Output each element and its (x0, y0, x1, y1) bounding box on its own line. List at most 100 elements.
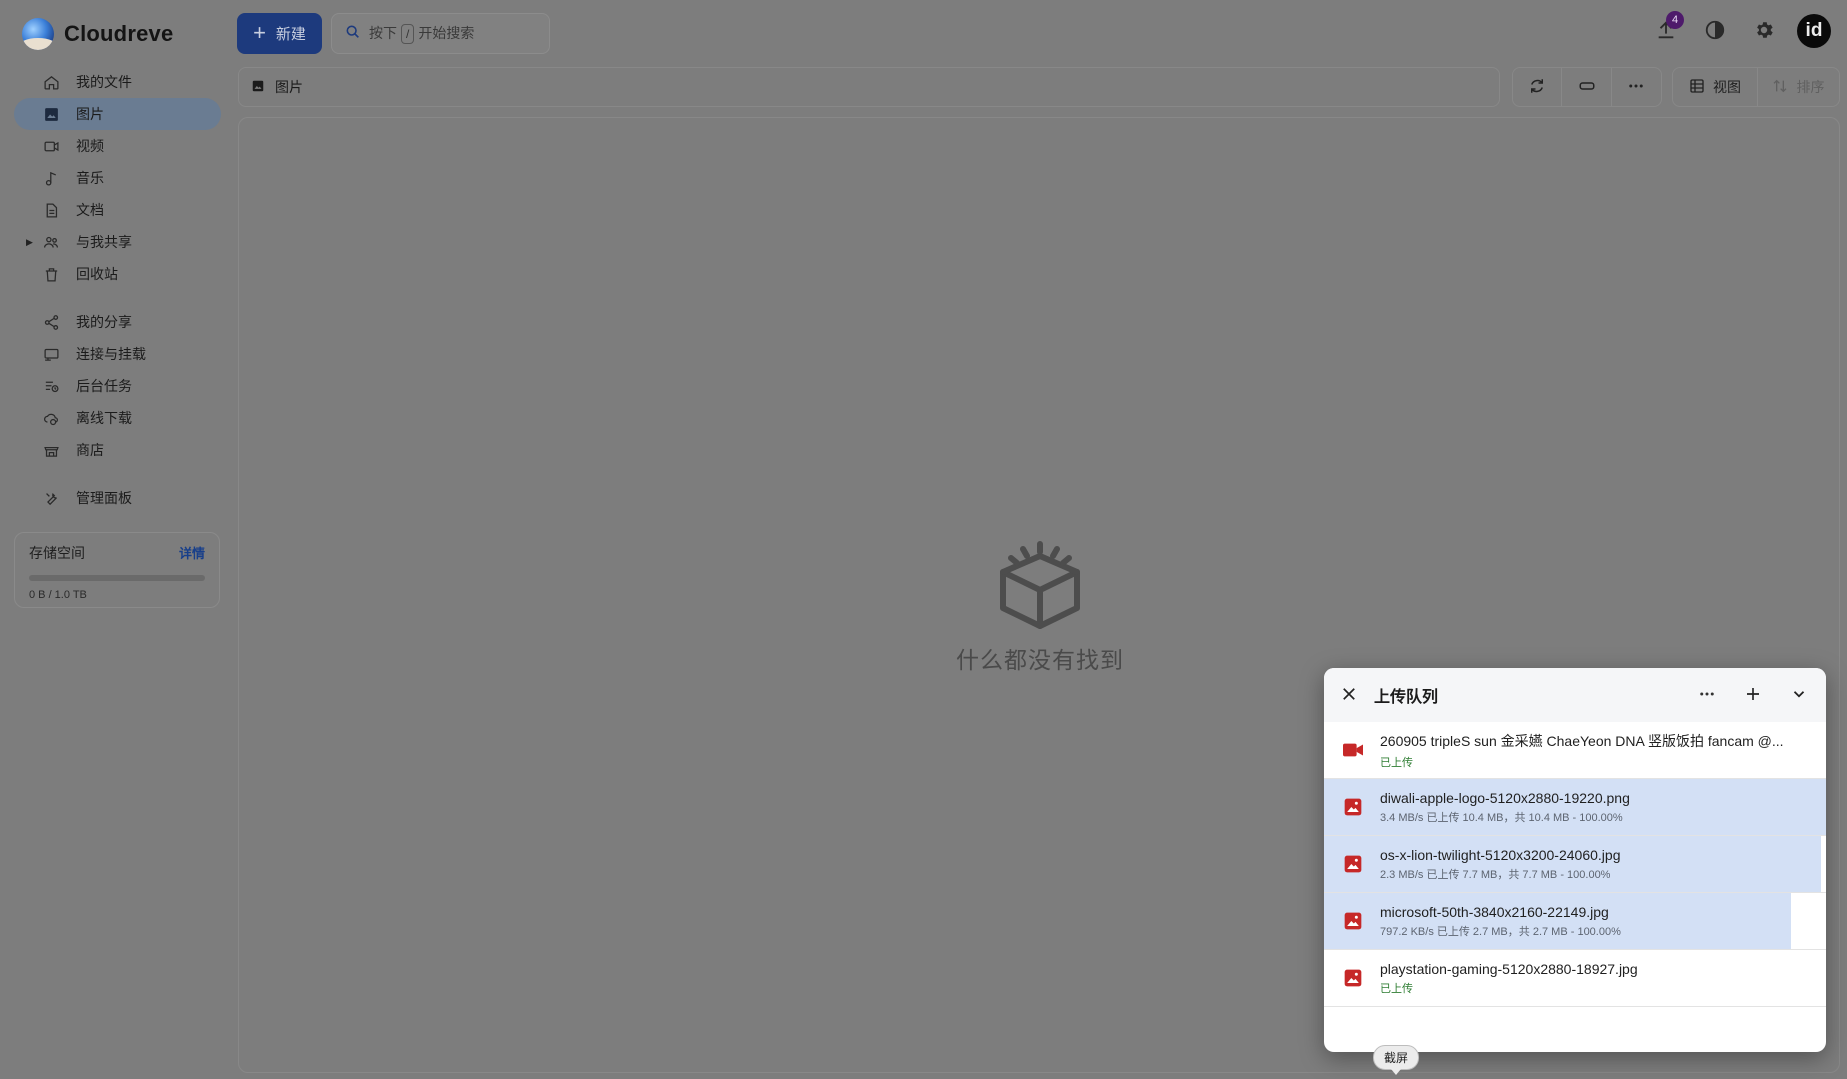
sidebar-item-label: 连接与挂载 (76, 346, 146, 362)
sidebar-nav: 我的文件 图片 视频 音乐 文档 ▶ 与我共享 回收站 我的分享 连接与挂载 后… (14, 66, 221, 514)
empty-state-text: 什么都没有找到 (956, 647, 1124, 673)
upload-file-name: os-x-lion-twilight-5120x3200-24060.jpg (1380, 846, 1621, 863)
storage-usage-text: 0 B / 1.0 TB (29, 589, 87, 601)
sort-button[interactable]: 排序 (1758, 68, 1839, 106)
breadcrumb: 图片 (238, 67, 1500, 107)
upload-item[interactable]: os-x-lion-twilight-5120x3200-24060.jpg 2… (1324, 836, 1826, 893)
upload-status: 已上传 (1380, 756, 1413, 769)
search-prefix: 按下 (369, 25, 397, 41)
sidebar-item-label: 回收站 (76, 266, 118, 282)
upload-item[interactable]: 260905 tripleS sun 金采嬿 ChaeYeon DNA 竖版饭拍… (1324, 722, 1826, 779)
gear-icon (1753, 19, 1775, 44)
grid-view-icon (1689, 78, 1705, 97)
theme-toggle-button[interactable] (1699, 15, 1731, 47)
user-avatar[interactable]: id (1797, 14, 1831, 48)
plus-icon: + (253, 19, 266, 45)
search-placeholder: 按下 / 开始搜索 (369, 23, 474, 44)
image-file-icon (1342, 967, 1364, 989)
sidebar-item-label: 我的分享 (76, 314, 132, 330)
share-icon (42, 313, 60, 331)
image-icon (42, 105, 60, 123)
upload-file-name: diwali-apple-logo-5120x2880-19220.png (1380, 789, 1630, 806)
upload-status: 797.2 KB/s 已上传 2.7 MB，共 2.7 MB - 100.00% (1380, 925, 1621, 938)
upload-status: 2.3 MB/s 已上传 7.7 MB，共 7.7 MB - 100.00% (1380, 868, 1611, 881)
sidebar-item-label: 文档 (76, 202, 104, 218)
app-logo[interactable]: Cloudreve (22, 18, 173, 50)
image-file-icon (1342, 853, 1364, 875)
more-actions-button[interactable] (1612, 68, 1661, 106)
sidebar-item-offline-download[interactable]: 离线下载 (14, 402, 221, 434)
sidebar-item-images[interactable]: 图片 (14, 98, 221, 130)
sidebar-item-background-tasks[interactable]: 后台任务 (14, 370, 221, 402)
home-icon (42, 73, 60, 91)
empty-box-icon (995, 541, 1085, 635)
upload-queue-header: 上传队列 (1324, 668, 1826, 722)
sidebar-item-label: 与我共享 (76, 234, 132, 250)
sidebar-item-label: 离线下载 (76, 410, 132, 426)
search-icon (345, 24, 361, 43)
batch-select-button[interactable] (1562, 68, 1612, 106)
sidebar-item-store[interactable]: 商店 (14, 434, 221, 466)
screenshot-tooltip: 截屏 (1373, 1045, 1420, 1075)
sidebar-item-documents[interactable]: 文档 (14, 194, 221, 226)
upload-item[interactable]: microsoft-50th-3840x2160-22149.jpg 797.2… (1324, 893, 1826, 950)
admin-icon (42, 489, 60, 507)
chevron-down-icon[interactable] (1790, 685, 1808, 706)
close-icon[interactable] (1340, 685, 1358, 706)
sort-button-label: 排序 (1796, 79, 1825, 95)
storage-title: 存储空间 (29, 545, 85, 561)
image-file-icon (1342, 910, 1364, 932)
tasks-icon (42, 377, 60, 395)
more-horizontal-icon[interactable] (1698, 685, 1716, 706)
more-horizontal-icon (1627, 77, 1645, 98)
refresh-button[interactable] (1513, 68, 1563, 106)
sidebar-item-connect-mount[interactable]: 连接与挂载 (14, 338, 221, 370)
upload-count-badge: 4 (1666, 11, 1684, 29)
search-suffix: 开始搜索 (418, 25, 475, 41)
upload-item[interactable]: playstation-gaming-5120x2880-18927.jpg 已… (1324, 950, 1826, 1007)
sidebar-item-trash[interactable]: 回收站 (14, 258, 221, 290)
video-icon (42, 137, 60, 155)
connect-icon (42, 345, 60, 363)
sidebar-item-label: 音乐 (76, 170, 104, 186)
upload-file-name: microsoft-50th-3840x2160-22149.jpg (1380, 903, 1609, 920)
sidebar-item-videos[interactable]: 视频 (14, 130, 221, 162)
trash-icon (42, 265, 60, 283)
settings-button[interactable] (1748, 15, 1780, 47)
upload-file-name: playstation-gaming-5120x2880-18927.jpg (1380, 960, 1638, 977)
sidebar-item-admin-panel[interactable]: 管理面板 (14, 482, 221, 514)
empty-state: 什么都没有找到 (950, 540, 1130, 675)
upload-queue-button[interactable]: 4 (1650, 11, 1684, 47)
sidebar-item-shared-with-me[interactable]: ▶ 与我共享 (14, 226, 221, 258)
new-button[interactable]: + 新建 (237, 13, 322, 54)
upload-queue-title: 上传队列 (1374, 689, 1439, 706)
search-input[interactable]: 按下 / 开始搜索 (331, 13, 550, 54)
sidebar-item-my-files[interactable]: 我的文件 (14, 66, 221, 98)
logo-icon (22, 18, 54, 50)
sidebar-item-my-shares[interactable]: 我的分享 (14, 306, 221, 338)
search-shortcut-key: / (401, 24, 415, 44)
action-toolbar (1512, 67, 1662, 107)
view-sort-toolbar: 视图 排序 (1672, 67, 1840, 107)
document-icon (42, 201, 60, 219)
add-icon[interactable] (1744, 685, 1762, 706)
view-button[interactable]: 视图 (1673, 68, 1758, 106)
expand-caret-icon[interactable]: ▶ (26, 237, 33, 248)
upload-status: 3.4 MB/s 已上传 10.4 MB，共 10.4 MB - 100.00% (1380, 811, 1623, 824)
sidebar-item-label: 商店 (76, 442, 104, 458)
select-box-icon (1578, 77, 1596, 98)
new-button-label: 新建 (275, 26, 306, 43)
breadcrumb-item-images[interactable]: 图片 (275, 77, 303, 97)
sidebar-item-music[interactable]: 音乐 (14, 162, 221, 194)
music-icon (42, 169, 60, 187)
upload-queue-list: 260905 tripleS sun 金采嬿 ChaeYeon DNA 竖版饭拍… (1324, 722, 1826, 1007)
sort-icon (1772, 78, 1788, 97)
upload-item[interactable]: diwali-apple-logo-5120x2880-19220.png 3.… (1324, 779, 1826, 836)
sidebar-item-label: 管理面板 (76, 490, 132, 506)
refresh-icon (1528, 77, 1546, 98)
storage-usage-bar (29, 575, 205, 581)
nav-divider (14, 290, 221, 306)
storage-detail-link[interactable]: 详情 (179, 543, 205, 563)
store-icon (42, 441, 60, 459)
cloud-download-icon (42, 409, 60, 427)
